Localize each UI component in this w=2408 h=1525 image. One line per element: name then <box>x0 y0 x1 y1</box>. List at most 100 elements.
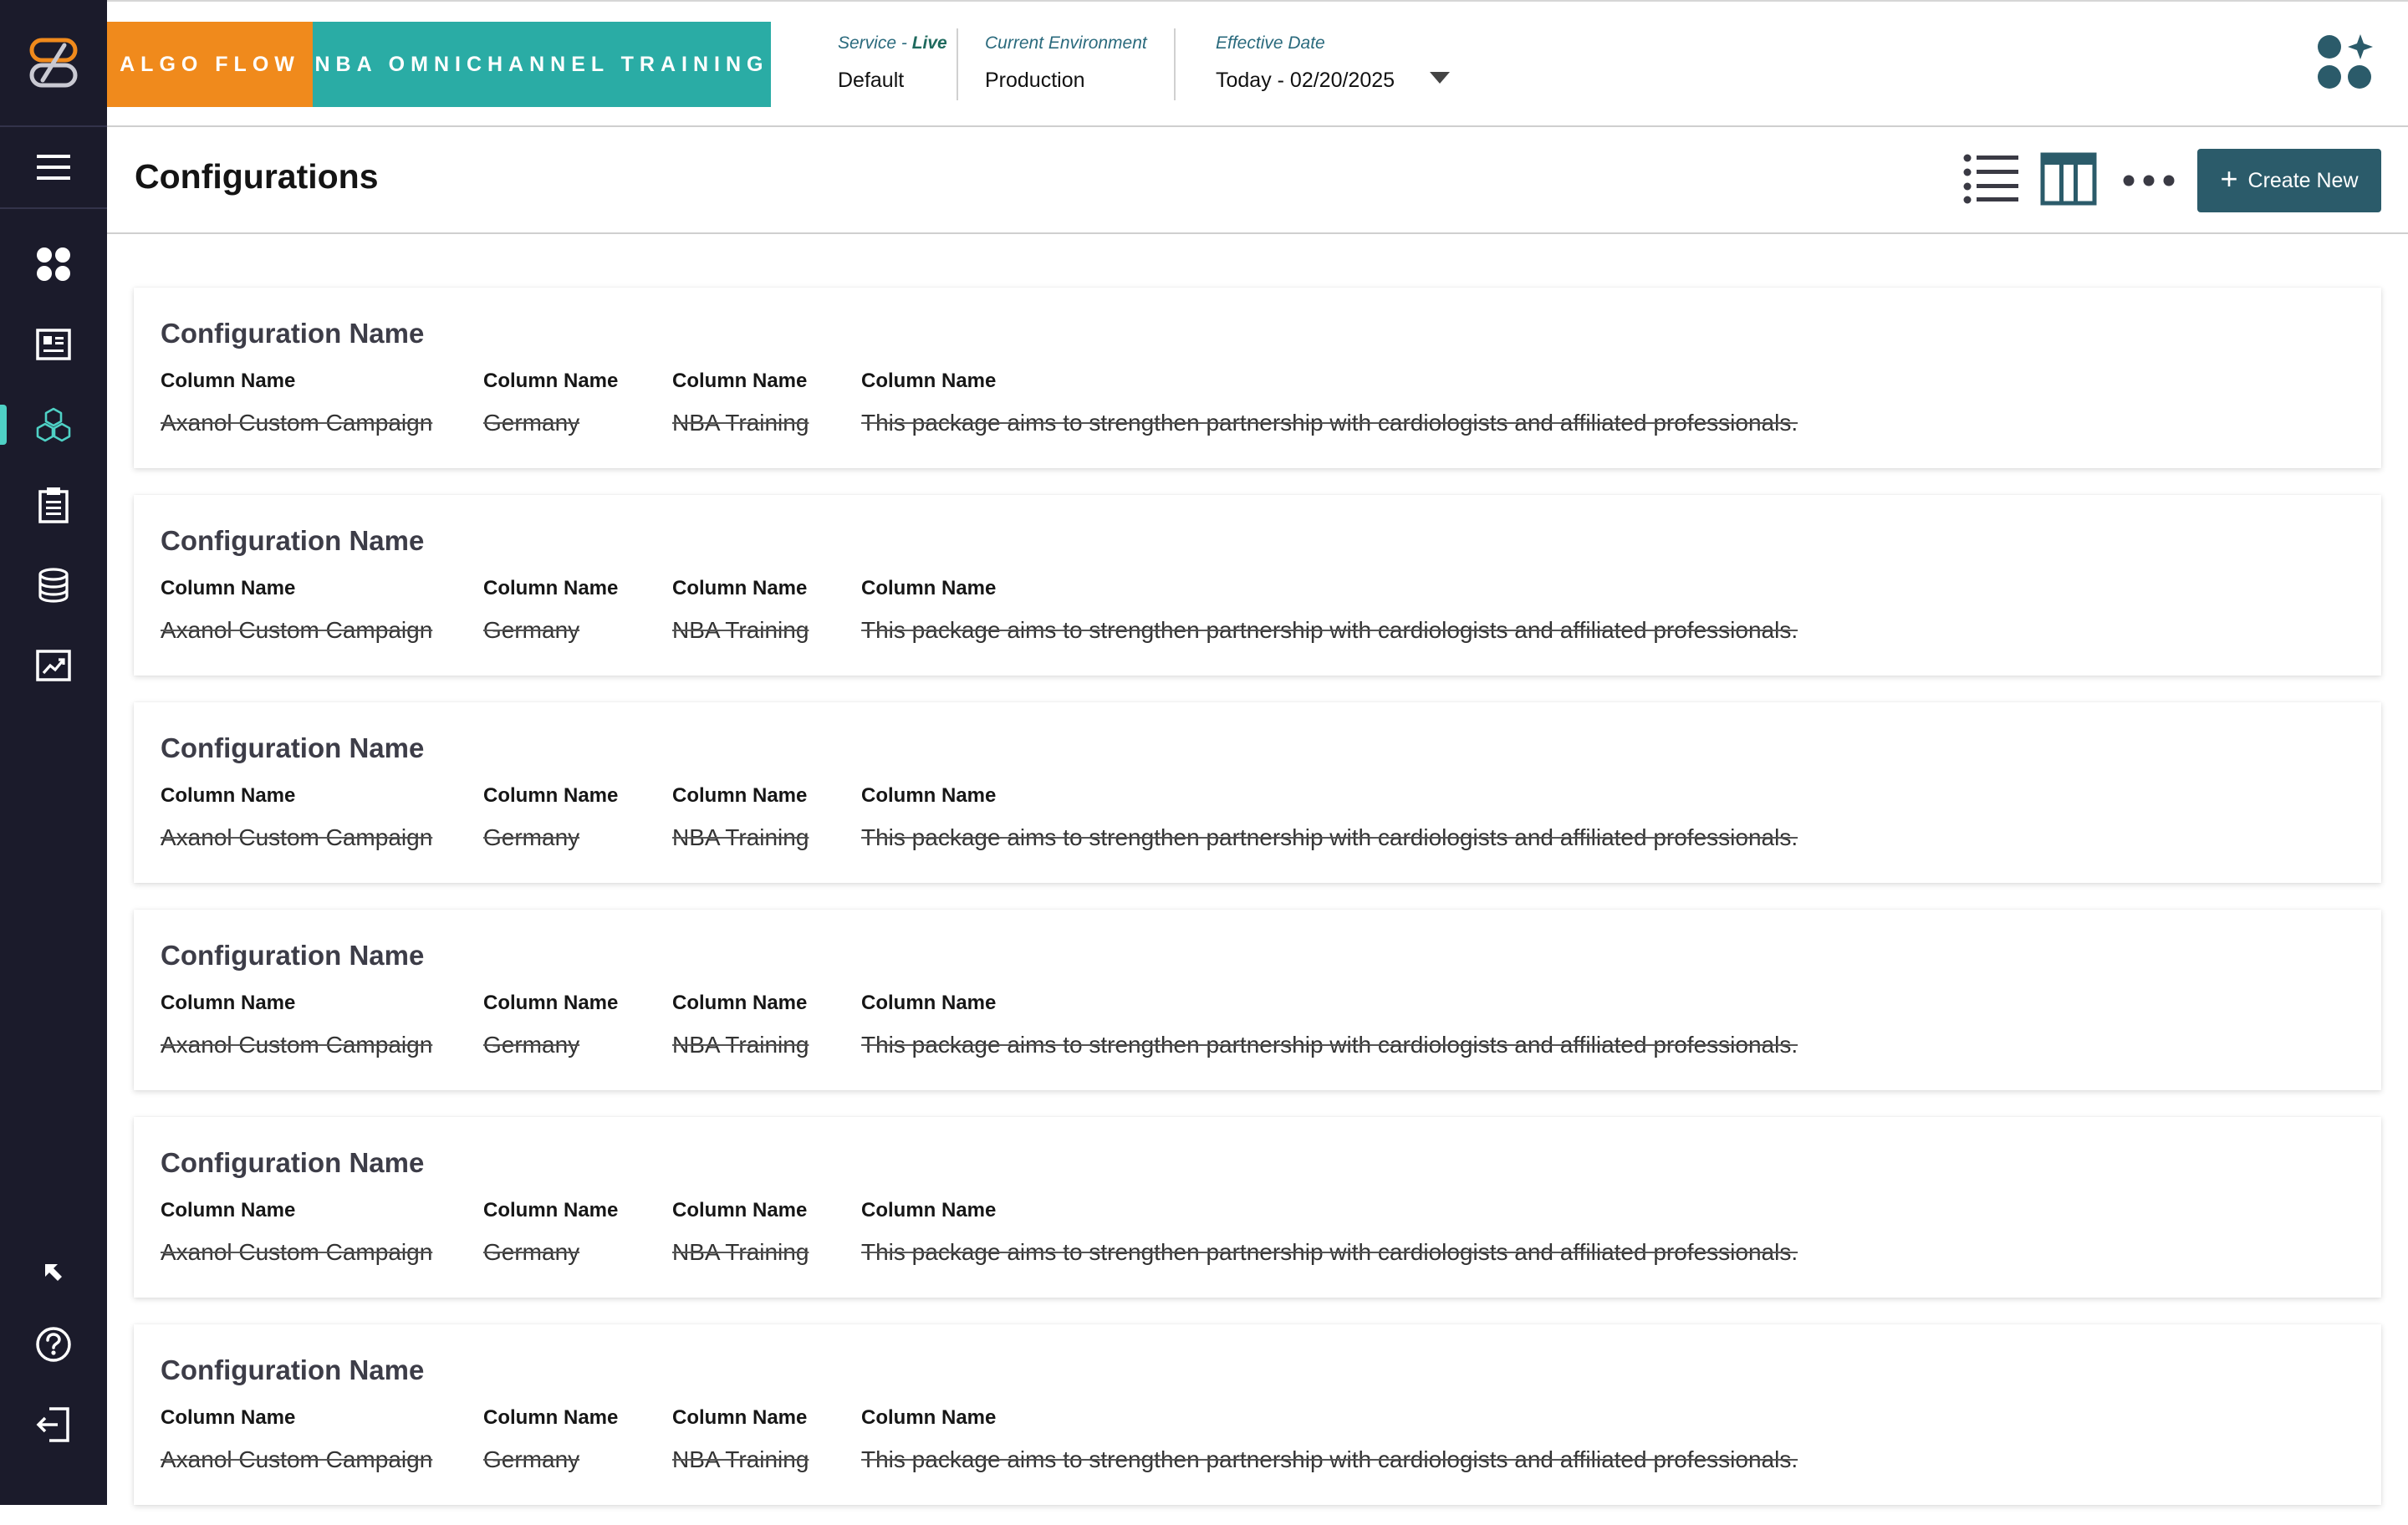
divider <box>957 28 958 100</box>
service-value: Default <box>838 69 905 92</box>
top-header: ALGO FLOW NBA OMNICHANNEL TRAINING Servi… <box>107 0 2408 127</box>
column-header: Column Name <box>483 1406 619 1429</box>
app-logo-icon[interactable] <box>0 0 107 127</box>
environment-label: Current Environment <box>985 33 1147 53</box>
card-column: Column Name Germany <box>483 1406 618 1473</box>
collapse-sidebar-button[interactable] <box>0 1232 107 1313</box>
column-header: Column Name <box>672 992 808 1014</box>
chevron-down-icon[interactable] <box>1430 72 1450 88</box>
card-column: Column Name Germany <box>483 1199 618 1266</box>
configuration-name: Configuration Name <box>161 318 425 349</box>
help-icon <box>36 1327 71 1362</box>
brand-primary[interactable]: ALGO FLOW <box>107 22 313 107</box>
column-header: Column Name <box>161 1199 296 1222</box>
divider <box>1174 28 1176 100</box>
configuration-name: Configuration Name <box>161 525 425 556</box>
card-column: Column Name Axanol Custom Campaign <box>161 992 432 1058</box>
column-header: Column Name <box>672 577 808 599</box>
column-value: Axanol Custom Campaign <box>161 1032 433 1058</box>
logout-button[interactable] <box>0 1385 107 1465</box>
card-column: Column Name This package aims to strength… <box>861 1406 1798 1473</box>
column-value: Axanol Custom Campaign <box>161 1239 433 1265</box>
newspaper-icon <box>36 329 71 360</box>
column-header: Column Name <box>672 784 808 807</box>
configuration-card[interactable]: Configuration Name Column Name Axanol Cus… <box>134 702 2381 883</box>
logout-icon <box>36 1407 69 1442</box>
card-column: Column Name NBA Training <box>672 1406 809 1473</box>
configuration-name: Configuration Name <box>161 732 425 763</box>
menu-icon[interactable] <box>0 127 107 209</box>
column-value: This package aims to strengthen partners… <box>861 1032 1798 1058</box>
column-value: Germany <box>483 617 580 643</box>
column-value: Germany <box>483 410 580 436</box>
help-button[interactable] <box>0 1304 107 1385</box>
column-header: Column Name <box>161 992 296 1014</box>
sidebar-item-data[interactable] <box>0 545 107 625</box>
effective-date-selector[interactable]: Effective Date Today - 02/20/2025 <box>1216 33 1395 93</box>
column-value: NBA Training <box>672 1032 809 1058</box>
column-header: Column Name <box>483 577 619 599</box>
app-root: ALGO FLOW NBA OMNICHANNEL TRAINING Servi… <box>0 0 2408 1525</box>
create-new-button[interactable]: + Create New <box>2197 149 2381 212</box>
column-header: Column Name <box>861 1406 997 1429</box>
sidebar-item-news[interactable] <box>0 304 107 385</box>
card-column: Column Name NBA Training <box>672 1199 809 1266</box>
column-header: Column Name <box>161 1406 296 1429</box>
list-view-icon[interactable] <box>1963 152 2018 208</box>
card-column: Column Name This package aims to strength… <box>861 784 1798 851</box>
more-options-icon[interactable] <box>2122 174 2176 191</box>
configuration-card[interactable]: Configuration Name Column Name Axanol Cus… <box>134 288 2381 468</box>
apps-sparkle-icon[interactable] <box>2316 33 2375 96</box>
card-column: Column Name Axanol Custom Campaign <box>161 1406 432 1473</box>
configuration-name: Configuration Name <box>161 1354 425 1385</box>
configuration-card[interactable]: Configuration Name Column Name Axanol Cus… <box>134 1117 2381 1298</box>
clipboard-icon <box>38 487 69 523</box>
column-header: Column Name <box>861 992 997 1014</box>
column-value: NBA Training <box>672 410 809 436</box>
service-label: Service - Live <box>838 33 947 53</box>
column-value: This package aims to strengthen partners… <box>861 617 1798 643</box>
card-column: Column Name This package aims to strength… <box>861 577 1798 644</box>
column-header: Column Name <box>861 577 997 599</box>
configuration-name: Configuration Name <box>161 940 425 971</box>
environment-value: Production <box>985 69 1085 92</box>
sidebar <box>0 0 107 1505</box>
column-header: Column Name <box>161 577 296 599</box>
sidebar-item-reports[interactable] <box>0 465 107 545</box>
configuration-card[interactable]: Configuration Name Column Name Axanol Cus… <box>134 910 2381 1090</box>
table-view-icon[interactable] <box>2040 152 2097 210</box>
column-value: NBA Training <box>672 824 809 850</box>
column-header: Column Name <box>483 784 619 807</box>
plus-icon: + <box>2220 161 2238 196</box>
card-column: Column Name Germany <box>483 577 618 644</box>
card-column: Column Name Germany <box>483 992 618 1058</box>
column-value: Germany <box>483 1032 580 1058</box>
card-column: Column Name Germany <box>483 784 618 851</box>
database-icon <box>38 568 69 603</box>
effective-date-label: Effective Date <box>1216 33 1325 53</box>
service-selector[interactable]: Service - Live Default <box>838 33 947 93</box>
column-header: Column Name <box>672 1406 808 1429</box>
column-value: NBA Training <box>672 617 809 643</box>
card-column: Column Name Axanol Custom Campaign <box>161 784 432 851</box>
column-value: NBA Training <box>672 1446 809 1472</box>
card-column: Column Name This package aims to strength… <box>861 992 1798 1058</box>
card-column: Column Name Axanol Custom Campaign <box>161 370 432 436</box>
column-value: Germany <box>483 824 580 850</box>
environment-selector[interactable]: Current Environment Production <box>985 33 1147 93</box>
brand-secondary[interactable]: NBA OMNICHANNEL TRAINING <box>313 22 771 107</box>
sidebar-item-analytics[interactable] <box>0 625 107 706</box>
column-value: This package aims to strengthen partners… <box>861 410 1798 436</box>
card-column: Column Name This package aims to strength… <box>861 1199 1798 1266</box>
configuration-card[interactable]: Configuration Name Column Name Axanol Cus… <box>134 1324 2381 1505</box>
column-header: Column Name <box>861 1199 997 1222</box>
column-value: Germany <box>483 1446 580 1472</box>
create-new-label: Create New <box>2247 168 2359 192</box>
column-header: Column Name <box>861 784 997 807</box>
sidebar-item-dashboard[interactable] <box>0 224 107 304</box>
column-header: Column Name <box>161 370 296 392</box>
configuration-card[interactable]: Configuration Name Column Name Axanol Cus… <box>134 495 2381 676</box>
column-value: This package aims to strengthen partners… <box>861 1446 1798 1472</box>
sidebar-item-configurations[interactable] <box>0 385 107 465</box>
card-column: Column Name Axanol Custom Campaign <box>161 577 432 644</box>
